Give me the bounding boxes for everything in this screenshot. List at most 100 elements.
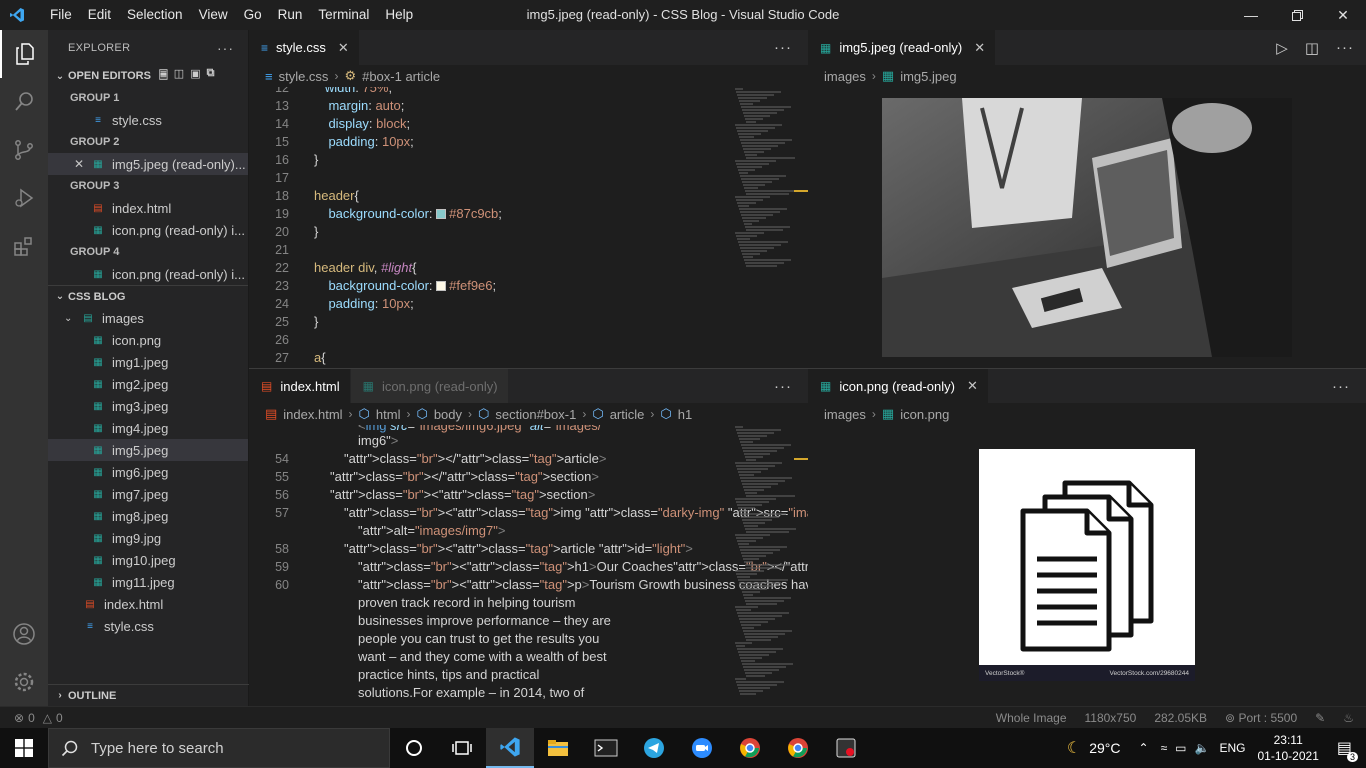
close-tab-icon[interactable]: ✕ xyxy=(338,40,349,56)
breadcrumb-item[interactable]: images xyxy=(824,69,866,84)
open-editor-index-html[interactable]: ▤ index.html xyxy=(48,197,248,219)
problems-status[interactable]: ⊗ 0 △ 0 xyxy=(0,711,63,725)
open-editor-icon-png-2[interactable]: ▦ icon.png (read-only) i... xyxy=(48,263,248,285)
settings-gear-icon[interactable] xyxy=(0,658,48,706)
tab-icon-png-active[interactable]: ▦ icon.png (read-only) ✕ xyxy=(808,369,989,403)
zoom-icon[interactable] xyxy=(678,728,726,768)
menu-edit[interactable]: Edit xyxy=(80,0,119,30)
chrome-icon[interactable] xyxy=(774,728,822,768)
volume-icon[interactable]: 🔈 xyxy=(1195,741,1210,755)
explorer-icon[interactable] xyxy=(0,30,48,78)
run-debug-icon[interactable] xyxy=(0,174,48,222)
menu-go[interactable]: Go xyxy=(236,0,270,30)
close-window-button[interactable]: ✕ xyxy=(1320,0,1366,30)
open-editor-style-css[interactable]: ≡ style.css xyxy=(48,109,248,131)
split-editor-icon[interactable]: ◫ xyxy=(1305,39,1320,57)
code-editor-style-css[interactable]: 12 width: 75%; 13 margin: auto; 14 displa… xyxy=(249,87,808,368)
accounts-icon[interactable] xyxy=(0,610,48,658)
breadcrumb-item[interactable]: html xyxy=(376,407,401,422)
menu-view[interactable]: View xyxy=(191,0,236,30)
battery-icon[interactable]: ▭ xyxy=(1175,741,1186,755)
terminal-icon[interactable] xyxy=(582,728,630,768)
extensions-icon[interactable] xyxy=(0,222,48,270)
outline-section[interactable]: › OUTLINE xyxy=(48,684,249,706)
restore-button[interactable] xyxy=(1274,0,1320,30)
task-view-icon[interactable] xyxy=(438,728,486,768)
minimize-button[interactable]: — xyxy=(1228,0,1274,30)
source-control-icon[interactable] xyxy=(0,126,48,174)
file-item[interactable]: ▦ img7.jpeg xyxy=(48,483,248,505)
file-item[interactable]: ▦ img9.jpg xyxy=(48,527,248,549)
editor-more-actions-icon[interactable]: ··· xyxy=(1316,369,1366,403)
open-editor-img5[interactable]: ✕ ▦ img5.jpeg (read-only)... xyxy=(48,153,248,175)
file-item[interactable]: ▦ img10.jpeg xyxy=(48,549,248,571)
editor-more-actions-icon[interactable]: ··· xyxy=(758,369,808,403)
feedback-icon[interactable]: ✎ xyxy=(1315,711,1325,725)
breadcrumb-item[interactable]: style.css xyxy=(279,69,329,84)
close-tab-icon[interactable]: ✕ xyxy=(974,40,985,56)
file-item[interactable]: ▦ img4.jpeg xyxy=(48,417,248,439)
language-indicator[interactable]: ENG xyxy=(1219,741,1245,755)
new-untitled-file-icon[interactable]: 🗏 xyxy=(159,67,168,86)
file-item[interactable]: ▦ img2.jpeg xyxy=(48,373,248,395)
more-actions-icon[interactable]: ··· xyxy=(217,40,234,56)
breadcrumb-item[interactable]: article xyxy=(610,407,645,422)
breadcrumb-item[interactable]: section#box-1 xyxy=(495,407,576,422)
project-section[interactable]: ⌄ CSS BLOG xyxy=(48,285,248,307)
breadcrumb-item[interactable]: h1 xyxy=(678,407,692,422)
file-index-html[interactable]: ▤ index.html xyxy=(48,593,248,615)
run-preview-icon[interactable]: ▷ xyxy=(1276,39,1289,57)
save-all-icon[interactable]: ▣ xyxy=(190,67,200,86)
file-style-css[interactable]: ≡ style.css xyxy=(48,615,248,637)
notifications-bell-icon[interactable]: ♨ xyxy=(1343,711,1354,725)
live-server-status[interactable]: ⊚ Port : 5500 xyxy=(1225,711,1297,725)
menu-terminal[interactable]: Terminal xyxy=(310,0,377,30)
minimap[interactable] xyxy=(735,425,805,706)
editor-more-actions-icon[interactable]: ··· xyxy=(758,30,808,65)
minimap[interactable] xyxy=(735,87,805,277)
windows-start-icon[interactable] xyxy=(0,728,48,768)
breadcrumb-item[interactable]: index.html xyxy=(283,407,342,422)
breadcrumb-item[interactable]: body xyxy=(434,407,462,422)
show-hidden-icons-icon[interactable]: ⌃ xyxy=(1139,741,1149,755)
file-item[interactable]: ▦ img5.jpeg xyxy=(48,439,248,461)
menu-file[interactable]: File xyxy=(42,0,80,30)
file-item[interactable]: ▦ img1.jpeg xyxy=(48,351,248,373)
toggle-vertical-layout-icon[interactable]: ◫ xyxy=(174,67,184,86)
cortana-icon[interactable] xyxy=(390,728,438,768)
tab-img5[interactable]: ▦ img5.jpeg (read-only) ✕ xyxy=(808,30,997,65)
notification-center-icon[interactable]: ▤ 3 xyxy=(1337,738,1358,762)
file-item[interactable]: ▦ img8.jpeg xyxy=(48,505,248,527)
menu-help[interactable]: Help xyxy=(377,0,421,30)
menu-selection[interactable]: Selection xyxy=(119,0,191,30)
breadcrumb-item[interactable]: #box-1 article xyxy=(362,69,440,84)
vscode-taskbar-icon[interactable] xyxy=(486,728,534,768)
telegram-icon[interactable] xyxy=(630,728,678,768)
clock[interactable]: 23:11 01-10-2021 xyxy=(1257,732,1318,764)
taskbar-search[interactable]: Type here to search xyxy=(48,728,390,768)
folder-images[interactable]: ⌄ ▤ images xyxy=(48,307,248,329)
menu-run[interactable]: Run xyxy=(270,0,311,30)
tab-icon-png[interactable]: ▦ icon.png (read-only) xyxy=(350,369,509,403)
open-editor-icon-png[interactable]: ▦ icon.png (read-only) i... xyxy=(48,219,248,241)
weather-icon[interactable]: ☾ xyxy=(1067,738,1081,758)
weather-temp[interactable]: 29°C xyxy=(1089,740,1120,756)
breadcrumb-item[interactable]: icon.png xyxy=(900,407,949,422)
search-icon[interactable] xyxy=(0,78,48,126)
file-item[interactable]: ▦ icon.png xyxy=(48,329,248,351)
tab-style-css[interactable]: ≡ style.css ✕ xyxy=(249,30,360,65)
zoom-status[interactable]: Whole Image xyxy=(996,711,1067,725)
wifi-icon[interactable]: ≈ xyxy=(1161,741,1168,755)
editor-more-actions-icon[interactable]: ··· xyxy=(1336,39,1354,56)
breadcrumb-item[interactable]: img5.jpeg xyxy=(900,69,956,84)
close-editor-icon[interactable]: ✕ xyxy=(74,157,90,171)
file-explorer-icon[interactable] xyxy=(534,728,582,768)
close-all-editors-icon[interactable]: ⧉ xyxy=(207,67,215,86)
close-tab-icon[interactable]: ✕ xyxy=(967,378,978,394)
file-item[interactable]: ▦ img11.jpeg xyxy=(48,571,248,593)
app-icon[interactable] xyxy=(822,728,870,768)
open-editors-section[interactable]: ⌄ OPEN EDITORS 🗏 ◫ ▣ ⧉ xyxy=(48,65,248,87)
breadcrumb-item[interactable]: images xyxy=(824,407,866,422)
code-editor-index-html[interactable]: <img src="images/img6.jpeg" alt="images/… xyxy=(249,425,808,706)
file-item[interactable]: ▦ img6.jpeg xyxy=(48,461,248,483)
